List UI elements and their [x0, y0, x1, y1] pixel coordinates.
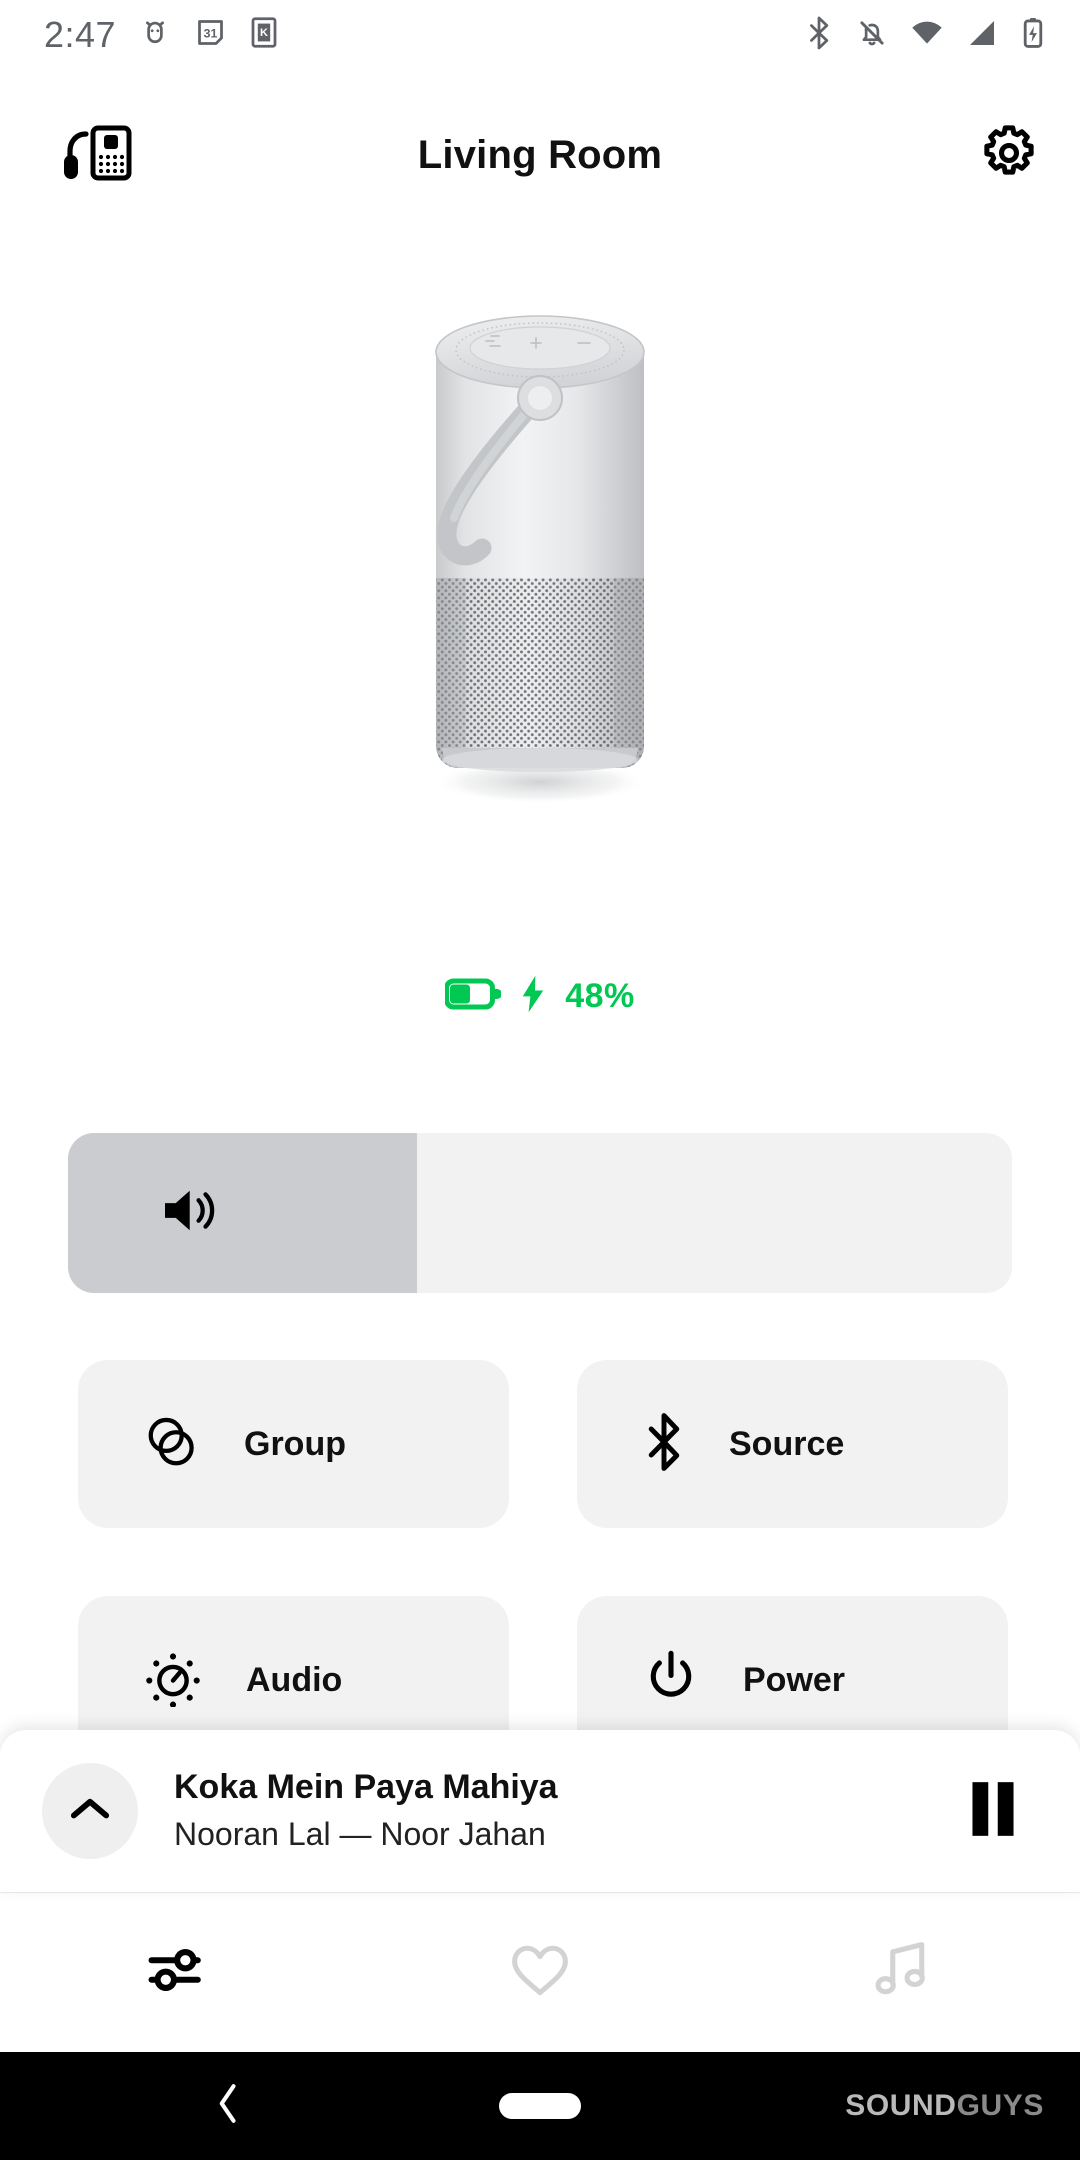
- volume-slider[interactable]: [68, 1133, 1012, 1293]
- sliders-icon: [148, 1945, 212, 2000]
- tile-source-label: Source: [729, 1424, 845, 1463]
- lightning-bolt-icon: [519, 975, 547, 1018]
- track-artist: Nooran Lal — Noor Jahan: [174, 1816, 546, 1853]
- chevron-up-icon: [69, 1794, 111, 1829]
- group-circles-icon: [144, 1414, 200, 1475]
- android-alarm-icon: [138, 16, 172, 55]
- heart-icon: [509, 1941, 571, 2004]
- k-app-icon: K: [249, 16, 279, 54]
- status-clock: 2:47: [44, 14, 117, 55]
- battery-percent: 48%: [565, 977, 635, 1015]
- device-image: [0, 290, 1080, 870]
- svg-text:K: K: [260, 27, 268, 39]
- watermark-sound: SOUND: [845, 2089, 957, 2122]
- track-title: Koka Mein Paya Mahiya: [174, 1767, 558, 1806]
- cellular-signal-icon: [966, 16, 998, 55]
- tab-music[interactable]: [720, 1941, 1080, 2004]
- my-devices-button[interactable]: [60, 122, 134, 189]
- volume-up-icon: [160, 1183, 226, 1244]
- audio-tuning-icon: [144, 1649, 202, 1712]
- volume-slider-fill: [68, 1133, 418, 1293]
- my-devices-icon: [60, 122, 134, 189]
- bluetooth-icon: [643, 1412, 685, 1476]
- back-button[interactable]: [215, 2082, 241, 2131]
- power-icon: [643, 1649, 699, 1712]
- wifi-icon: [910, 16, 944, 55]
- battery-charging-icon: [1020, 16, 1046, 55]
- tile-audio-label: Audio: [246, 1660, 343, 1699]
- calendar-31-icon: 31: [194, 16, 227, 54]
- tab-favorites[interactable]: [360, 1941, 720, 2004]
- expand-player-button[interactable]: [42, 1763, 138, 1859]
- status-bar-left: 2:47 31 K: [44, 16, 279, 55]
- bluetooth-icon: [804, 16, 834, 55]
- app-header: Living Room: [0, 100, 1080, 210]
- gear-icon: [980, 124, 1038, 187]
- battery-icon: [444, 977, 503, 1016]
- page-title: Living Room: [417, 132, 663, 177]
- tile-source[interactable]: Source: [577, 1360, 1008, 1528]
- tile-group-label: Group: [244, 1424, 346, 1463]
- battery-status: 48%: [0, 975, 1080, 1018]
- music-note-icon: [871, 1941, 929, 2004]
- tab-controls[interactable]: [0, 1945, 360, 2000]
- phone-screen: 2:47 31 K Living Room 48% Group Source A…: [0, 0, 1080, 2160]
- status-bar-right: [804, 16, 1046, 55]
- tile-group[interactable]: Group: [78, 1360, 509, 1528]
- soundguys-watermark: SOUNDGUYS: [845, 2089, 1044, 2123]
- notifications-off-icon: [856, 16, 888, 55]
- status-bar: 2:47 31 K: [0, 0, 1080, 70]
- control-tiles: Group Source Audio Power: [78, 1360, 1008, 1764]
- now-playing-bar[interactable]: Koka Mein Paya Mahiya Nooran Lal — Noor …: [0, 1730, 1080, 1892]
- bottom-tab-bar: [0, 1892, 1080, 2052]
- home-pill-icon[interactable]: [499, 2093, 581, 2119]
- svg-text:31: 31: [204, 26, 218, 40]
- back-chevron-icon: [215, 2084, 241, 2130]
- pause-button[interactable]: [948, 1779, 1038, 1844]
- now-playing-text: Koka Mein Paya Mahiya Nooran Lal — Noor …: [174, 1766, 948, 1856]
- settings-button[interactable]: [980, 124, 1038, 187]
- pause-icon: [967, 1779, 1019, 1844]
- watermark-guys: GUYS: [956, 2089, 1044, 2122]
- android-nav-bar: SOUNDGUYS: [0, 2052, 1080, 2160]
- tile-power-label: Power: [743, 1660, 846, 1699]
